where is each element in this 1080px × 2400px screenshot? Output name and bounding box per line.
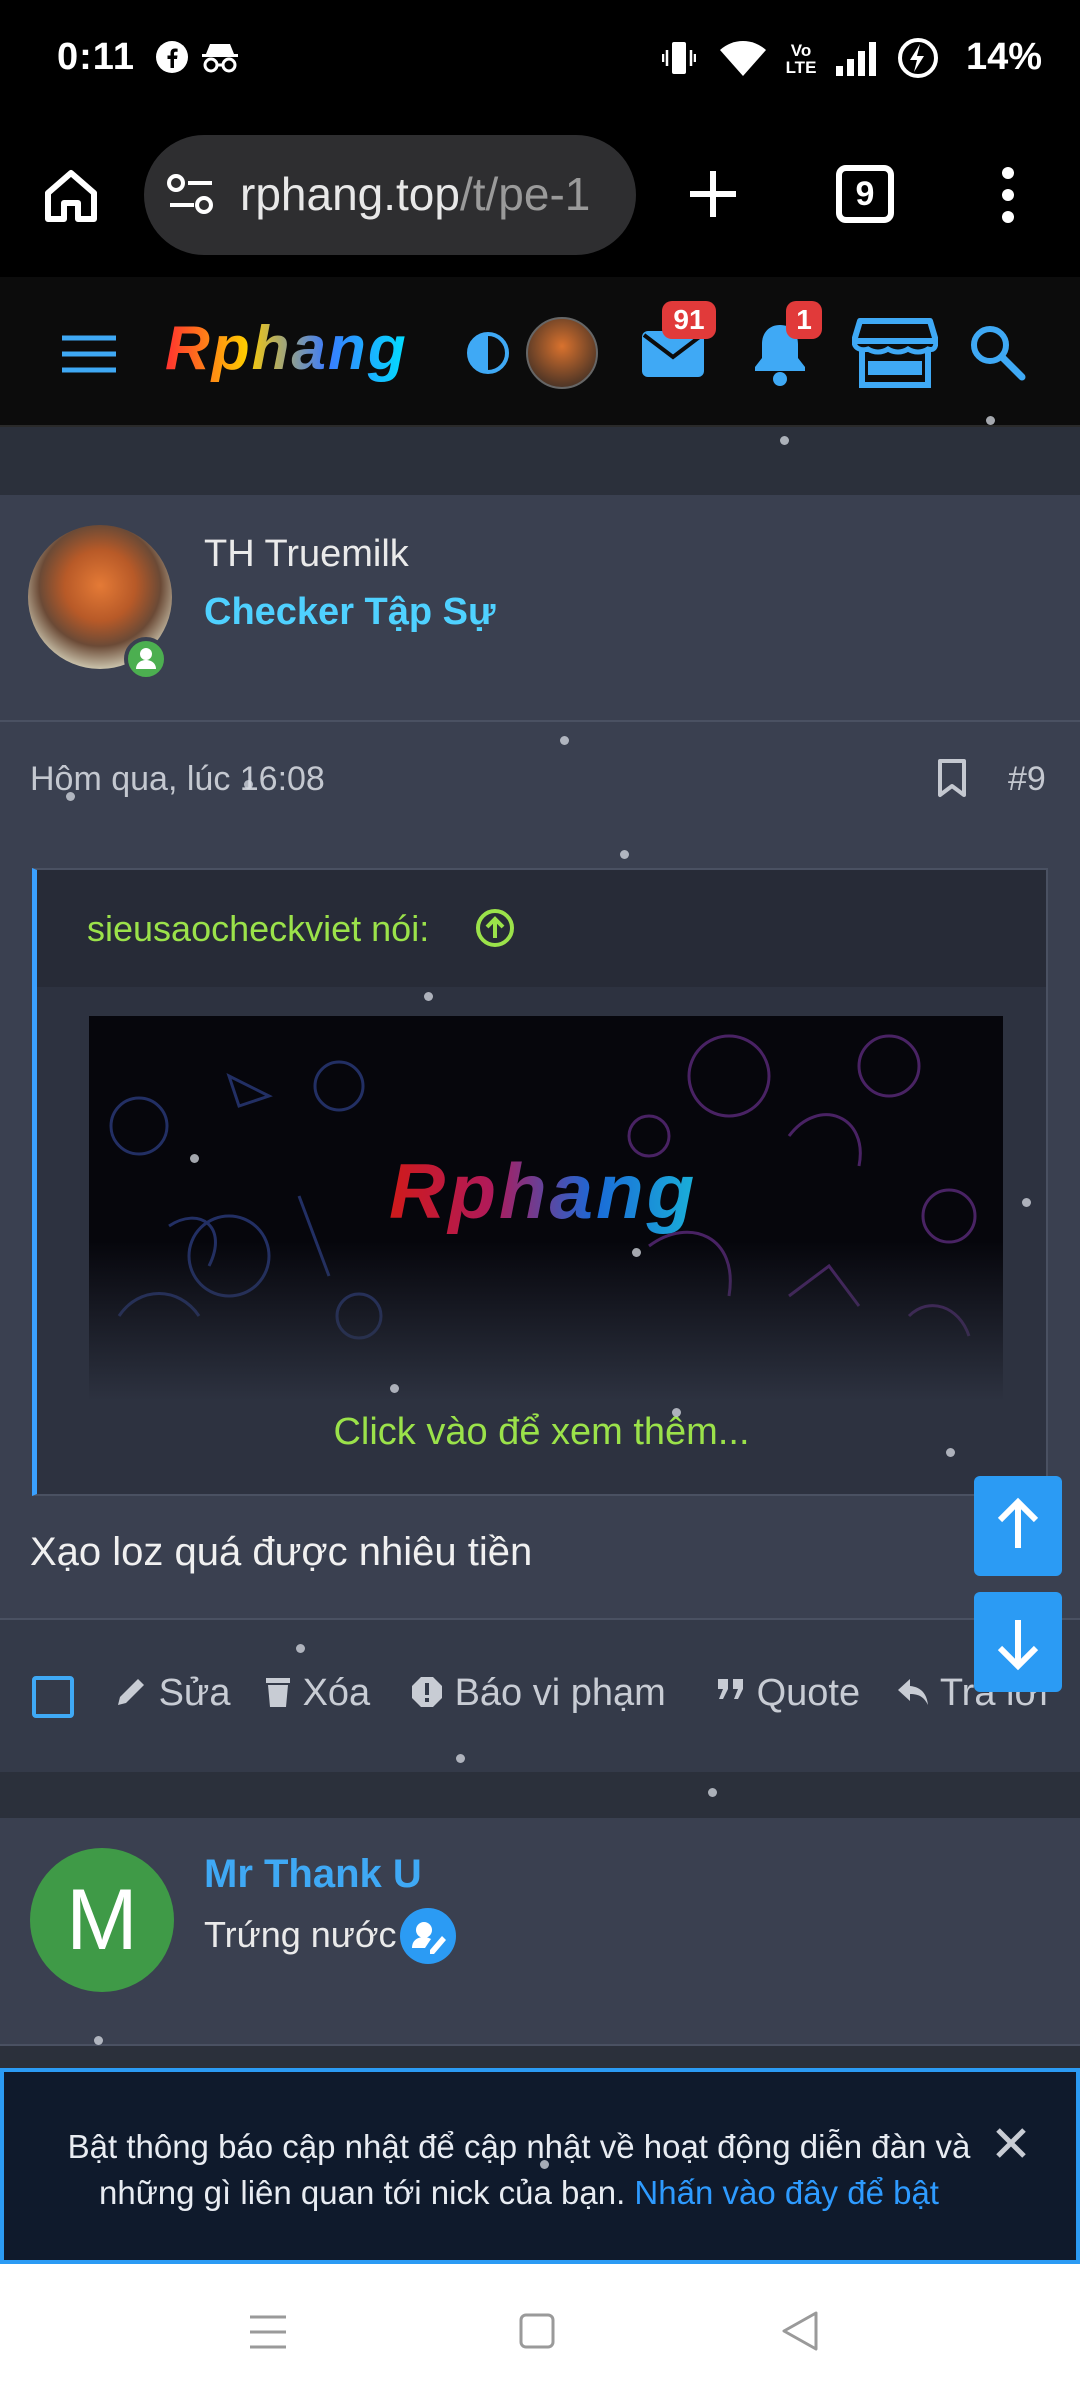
url-text: rphang.top/t/pe-1 — [240, 168, 591, 220]
post-body: Xạo loz quá được nhiêu tiền — [30, 1530, 533, 1574]
battery-charging-icon — [896, 36, 940, 85]
delete-button[interactable]: Xóa — [264, 1672, 370, 1715]
avatar[interactable] — [526, 317, 598, 389]
next-post-card: M Mr Thank U Trứng nước — [0, 1818, 1080, 2046]
verified-user-icon — [400, 1908, 456, 1964]
messages-badge: 91 — [662, 301, 716, 339]
snow-dot — [946, 1448, 955, 1457]
bookmark-icon[interactable] — [936, 758, 968, 803]
quote-banner-image[interactable]: Rphang — [89, 1016, 1003, 1401]
divider — [0, 2044, 1080, 2046]
snow-dot — [986, 416, 995, 425]
status-bar: 0:11 Vo LTE 14% — [0, 0, 1080, 125]
next-author-title: Trứng nước — [204, 1914, 397, 1955]
snow-dot — [540, 2160, 549, 2169]
back-nav-icon[interactable] — [780, 2310, 820, 2357]
signal-icon — [834, 40, 880, 83]
snow-dot — [296, 1644, 305, 1653]
home-nav-icon[interactable] — [518, 2312, 556, 2355]
expand-quote-link[interactable]: Click vào để xem thêm... — [37, 1411, 1046, 1454]
quote-author[interactable]: sieusaocheckviet nói: — [87, 908, 429, 950]
banner-fade — [89, 1241, 1003, 1401]
snow-dot — [424, 992, 433, 1001]
quote-block: sieusaocheckviet nói: Rphang Click vào đ… — [32, 868, 1048, 1496]
snow-dot — [456, 1754, 465, 1763]
snow-dot — [94, 2036, 103, 2045]
next-author-avatar[interactable]: M — [30, 1848, 174, 1992]
snow-dot — [780, 436, 789, 445]
next-author-name[interactable]: Mr Thank U — [204, 1852, 422, 1897]
scroll-bottom-button[interactable] — [974, 1592, 1062, 1692]
author-name[interactable]: TH Truemilk — [204, 533, 409, 576]
arrow-up-icon — [997, 1497, 1039, 1548]
select-post-checkbox[interactable] — [32, 1676, 74, 1718]
system-nav-bar — [0, 2264, 1080, 2400]
search-icon[interactable] — [968, 323, 1026, 386]
menu-icon[interactable] — [60, 333, 118, 380]
incognito-icon — [200, 40, 240, 79]
recent-apps-icon[interactable] — [248, 2314, 288, 2355]
arrow-up-circle-icon[interactable] — [475, 908, 515, 953]
wifi-icon — [718, 40, 768, 83]
arrow-down-icon — [997, 1620, 1039, 1671]
theme-toggle-icon[interactable] — [466, 331, 510, 380]
enable-notifications-link[interactable]: Nhấn vào đây để bật — [634, 2174, 939, 2211]
volte-indicator: Vo LTE — [785, 41, 817, 77]
home-icon[interactable] — [40, 165, 102, 232]
site-settings-icon[interactable] — [166, 171, 216, 222]
snow-dot — [708, 1788, 717, 1797]
forum-header: Rphang 91 1 — [0, 277, 1080, 427]
alerts-badge: 1 — [786, 301, 822, 339]
address-bar[interactable]: rphang.top/t/pe-1 — [144, 135, 636, 255]
site-logo[interactable]: Rphang — [165, 313, 408, 384]
facebook-icon — [155, 40, 189, 79]
scroll-top-button[interactable] — [974, 1476, 1062, 1576]
post-actions-bar: Sửa Xóa Báo vi phạm Quote Trả lời — [0, 1620, 1080, 1772]
snow-dot — [672, 1408, 681, 1417]
close-icon[interactable] — [994, 2126, 1028, 2165]
tab-switcher-button[interactable]: 9 — [836, 165, 894, 223]
snow-dot — [620, 850, 629, 859]
new-tab-icon[interactable] — [686, 167, 740, 226]
snow-dot — [632, 1248, 641, 1257]
more-options-icon[interactable] — [1000, 165, 1016, 230]
report-button[interactable]: Báo vi phạm — [410, 1672, 666, 1715]
battery-level: 14% — [965, 36, 1042, 78]
snow-dot — [390, 1384, 399, 1393]
snow-dot — [66, 792, 75, 801]
quote-button[interactable]: Quote — [716, 1672, 860, 1715]
vibrate-icon — [661, 40, 697, 81]
store-icon[interactable] — [851, 317, 939, 394]
online-status-icon — [124, 637, 168, 681]
divider — [0, 720, 1080, 722]
snow-dot — [244, 780, 253, 789]
quote-header: sieusaocheckviet nói: — [37, 870, 1046, 987]
edit-button[interactable]: Sửa — [114, 1672, 230, 1715]
browser-toolbar: rphang.top/t/pe-1 9 — [0, 125, 1080, 277]
notification-text: Bật thông báo cập nhật để cập nhật về ho… — [67, 2128, 971, 2211]
snow-dot — [190, 1154, 199, 1163]
status-time: 0:11 — [57, 36, 135, 78]
snow-dot — [1022, 1198, 1031, 1207]
banner-logo-text: Rphang — [389, 1147, 698, 1235]
post-number[interactable]: #9 — [1008, 760, 1046, 799]
author-title: Checker Tập Sự — [204, 591, 496, 633]
snow-dot — [560, 736, 569, 745]
